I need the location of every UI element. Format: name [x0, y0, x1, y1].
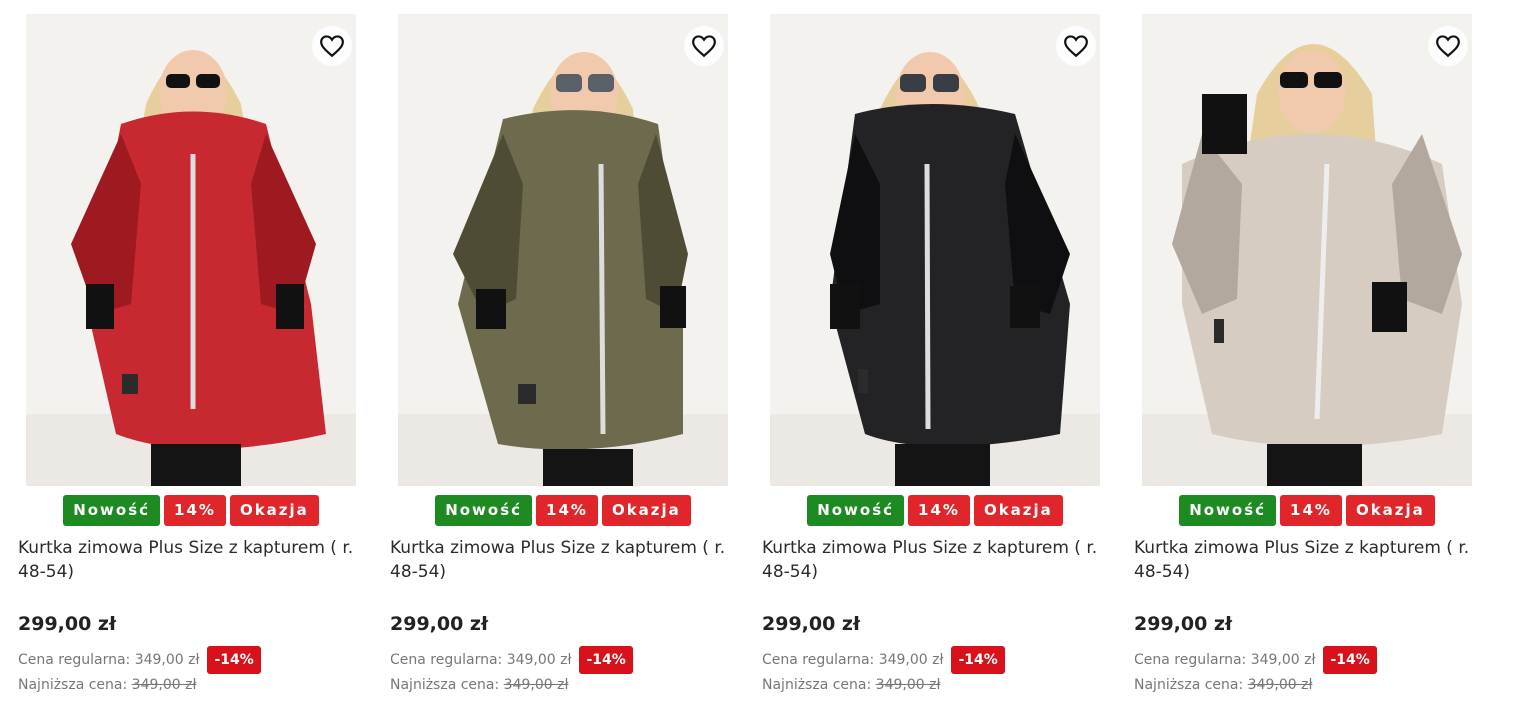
badge-row: Nowość 14% Okazja — [1116, 495, 1498, 526]
discount-badge: -14% — [207, 646, 261, 674]
regular-price-label: Cena regularna: 349,00 zł — [762, 652, 944, 668]
regular-price-row: Cena regularna: 349,00 zł -14% — [1134, 646, 1377, 674]
regular-price-row: Cena regularna: 349,00 zł -14% — [390, 646, 633, 674]
product-image[interactable] — [770, 14, 1100, 486]
favorite-button[interactable] — [684, 26, 724, 66]
product-card[interactable]: Nowość 14% Okazja Kurtka zimowa Plus Siz… — [0, 0, 356, 719]
regular-price-label: Cena regularna: 349,00 zł — [390, 652, 572, 668]
badge-row: Nowość 14% Okazja — [372, 495, 754, 526]
lowest-price-label: Najniższa cena: — [1134, 677, 1244, 693]
regular-price-label: Cena regularna: 349,00 zł — [1134, 652, 1316, 668]
product-card[interactable]: Nowość 14% Okazja Kurtka zimowa Plus Siz… — [1116, 0, 1472, 719]
product-image[interactable] — [26, 14, 356, 486]
product-name-link[interactable]: Kurtka zimowa Plus Size z kapturem ( r. … — [18, 536, 358, 584]
product-grid: Nowość 14% Okazja Kurtka zimowa Plus Siz… — [0, 0, 1536, 719]
product-name-link[interactable]: Kurtka zimowa Plus Size z kapturem ( r. … — [1134, 536, 1474, 584]
lowest-price-label: Najniższa cena: — [18, 677, 128, 693]
favorite-button[interactable] — [1056, 26, 1096, 66]
lowest-price-value: 349,00 zł — [875, 677, 941, 693]
heart-outline-icon — [1064, 35, 1088, 58]
regular-price-row: Cena regularna: 349,00 zł -14% — [18, 646, 261, 674]
lowest-price-row: Najniższa cena: 349,00 zł — [762, 677, 940, 693]
badge-percent: 14% — [1280, 495, 1342, 526]
badge-new: Nowość — [1179, 495, 1277, 526]
regular-price-label: Cena regularna: 349,00 zł — [18, 652, 200, 668]
badge-deal: Okazja — [1345, 495, 1435, 526]
badge-deal: Okazja — [973, 495, 1063, 526]
regular-price-row: Cena regularna: 349,00 zł -14% — [762, 646, 1005, 674]
product-photo — [1142, 14, 1472, 486]
badge-percent: 14% — [908, 495, 970, 526]
lowest-price-label: Najniższa cena: — [390, 677, 500, 693]
favorite-button[interactable] — [1428, 26, 1468, 66]
product-price: 299,00 zł — [390, 613, 489, 635]
discount-badge: -14% — [579, 646, 633, 674]
product-name-link[interactable]: Kurtka zimowa Plus Size z kapturem ( r. … — [390, 536, 730, 584]
discount-badge: -14% — [1323, 646, 1377, 674]
lowest-price-row: Najniższa cena: 349,00 zł — [390, 677, 568, 693]
lowest-price-row: Najniższa cena: 349,00 zł — [18, 677, 196, 693]
heart-outline-icon — [692, 35, 716, 58]
lowest-price-row: Najniższa cena: 349,00 zł — [1134, 677, 1312, 693]
lowest-price-value: 349,00 zł — [503, 677, 569, 693]
product-price: 299,00 zł — [1134, 613, 1233, 635]
product-card[interactable]: Nowość 14% Okazja Kurtka zimowa Plus Siz… — [744, 0, 1100, 719]
discount-badge: -14% — [951, 646, 1005, 674]
product-image[interactable] — [398, 14, 728, 486]
product-card[interactable]: Nowość 14% Okazja Kurtka zimowa Plus Siz… — [372, 0, 728, 719]
lowest-price-value: 349,00 zł — [1247, 677, 1313, 693]
badge-new: Nowość — [435, 495, 533, 526]
badge-percent: 14% — [536, 495, 598, 526]
product-photo — [398, 14, 728, 486]
product-image[interactable] — [1142, 14, 1472, 486]
badge-deal: Okazja — [601, 495, 691, 526]
badge-new: Nowość — [63, 495, 161, 526]
heart-outline-icon — [320, 35, 344, 58]
favorite-button[interactable] — [312, 26, 352, 66]
heart-outline-icon — [1436, 35, 1460, 58]
badge-deal: Okazja — [229, 495, 319, 526]
badge-percent: 14% — [164, 495, 226, 526]
lowest-price-value: 349,00 zł — [131, 677, 197, 693]
product-photo — [770, 14, 1100, 486]
product-price: 299,00 zł — [18, 613, 117, 635]
product-name-link[interactable]: Kurtka zimowa Plus Size z kapturem ( r. … — [762, 536, 1102, 584]
badge-new: Nowość — [807, 495, 905, 526]
badge-row: Nowość 14% Okazja — [744, 495, 1126, 526]
lowest-price-label: Najniższa cena: — [762, 677, 872, 693]
badge-row: Nowość 14% Okazja — [0, 495, 382, 526]
product-price: 299,00 zł — [762, 613, 861, 635]
product-photo — [26, 14, 356, 486]
